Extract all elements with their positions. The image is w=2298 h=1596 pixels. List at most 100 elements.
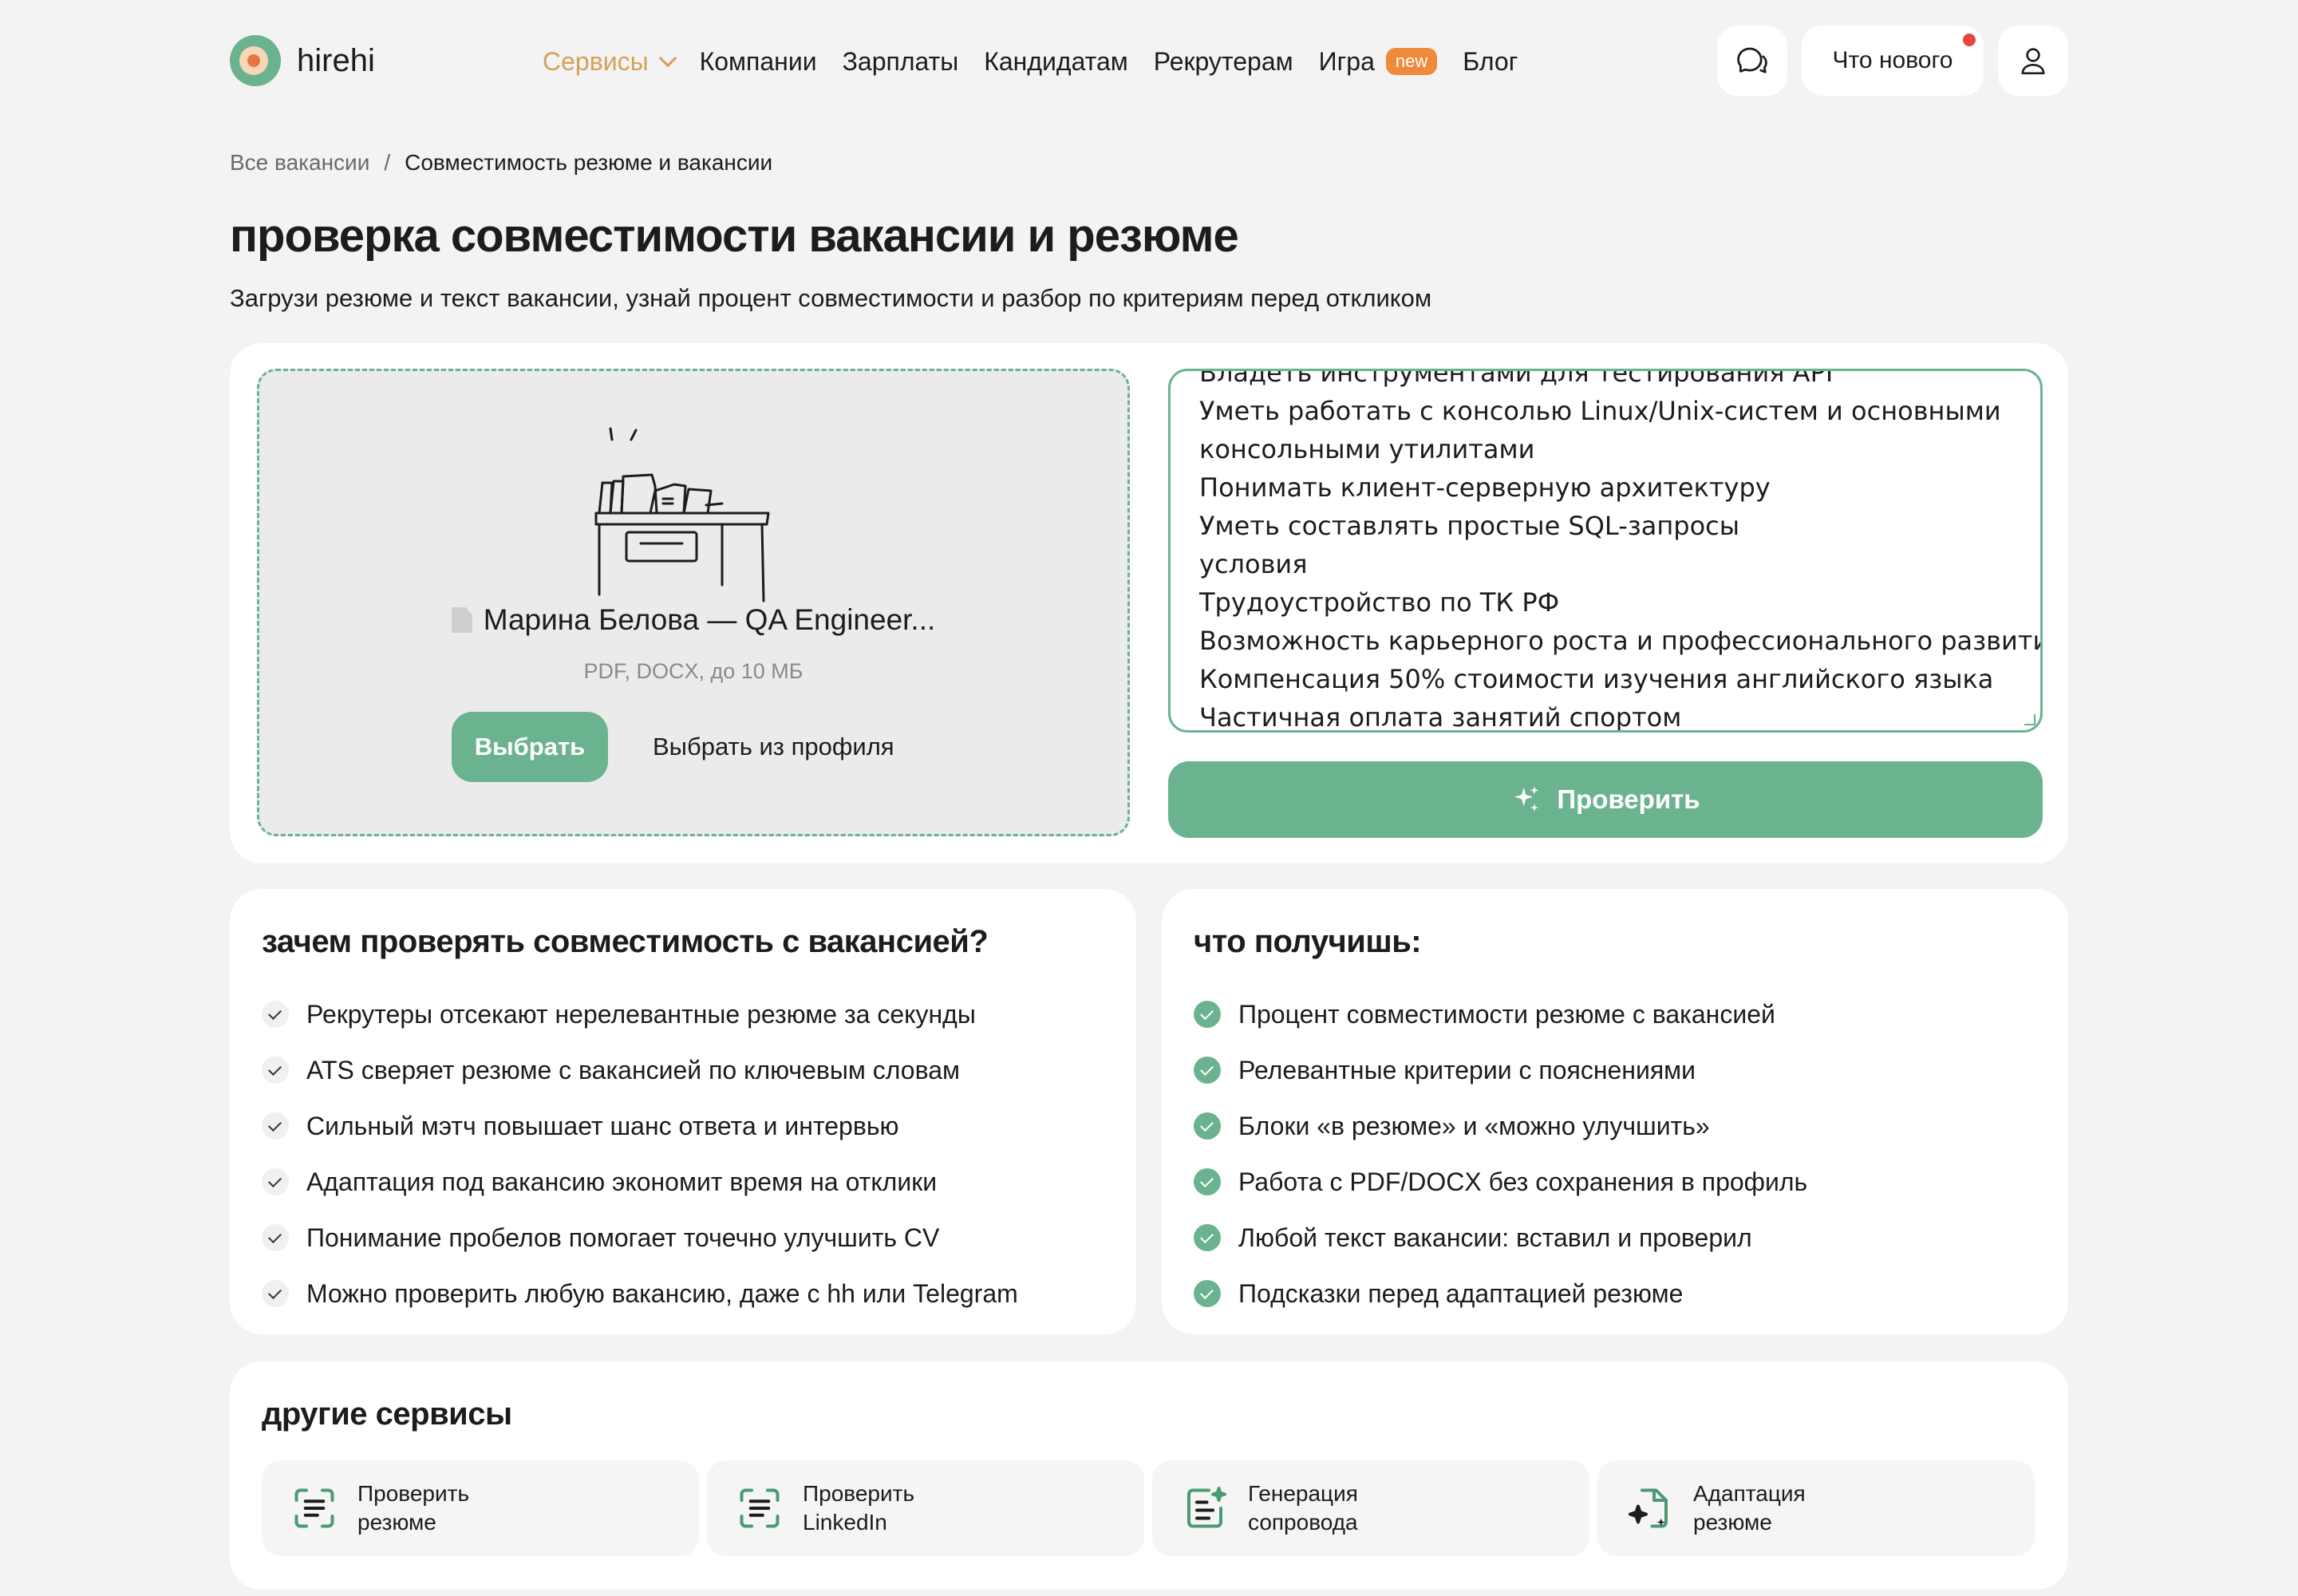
nav-game-label: Игра [1318,46,1375,76]
file-sparkle-icon [1629,1488,1668,1528]
check-circle-icon [1194,1224,1221,1251]
check-button[interactable]: Проверить [1168,761,2043,838]
vacancy-line: Компенсация 50% стоимости изучения англи… [1199,664,1994,694]
list-item-text: Любой текст вакансии: вставил и проверил [1238,1223,1752,1252]
list-item: Можно проверить любую вакансию, даже с h… [262,1266,1018,1321]
sparkles-icon [1514,786,1539,812]
check-icon [262,1168,289,1195]
vacancy-text-input[interactable]: Владеть инструментами для тестирования A… [1168,369,2043,733]
list-item-text: Сильный мэтч повышает шанс ответа и инте… [306,1111,899,1140]
resize-handle[interactable] [2024,714,2035,725]
why-check-title: зачем проверять совместимость с вакансие… [262,924,989,959]
breadcrumb-all-vacancies[interactable]: Все вакансии [230,150,369,176]
file-format-hint: PDF, DOCX, до 10 МБ [583,659,804,683]
check-circle-icon [1194,1280,1221,1307]
list-item: Понимание пробелов помогает точечно улуч… [262,1210,1018,1266]
vacancy-line: Частичная оплата занятий спортом [1199,702,1682,733]
vacancy-line: Возможность карьерного роста и профессио… [1199,626,2043,656]
scan-text-icon [294,1488,334,1528]
list-item: Процент совместимости резюме с вакансией [1194,986,1807,1042]
selected-file-name: Марина Белова — QA Engineer... [257,603,1130,637]
list-item: Подсказки перед адаптацией резюме [1194,1266,1807,1321]
check-icon [262,1112,289,1140]
list-item-text: Процент совместимости резюме с вакансией [1238,999,1775,1029]
list-item: ATS сверяет резюме с вакансией по ключев… [262,1042,1018,1098]
page-subtitle: Загрузи резюме и текст вакансии, узнай п… [230,284,1432,312]
check-circle-icon [1194,1168,1221,1195]
logo-text: hirehi [297,42,375,78]
check-button-label: Проверить [1557,784,1700,814]
choose-from-profile-button[interactable]: Выбрать из профиля [630,712,917,782]
breadcrumb-current: Совместимость резюме и вакансии [405,150,773,175]
check-circle-icon [1194,1001,1221,1028]
service-label: Адаптация резюме [1693,1481,1806,1535]
check-icon [262,1280,289,1307]
service-cover-letter[interactable]: Генерация сопровода [1152,1460,1589,1556]
list-item: Блоки «в резюме» и «можно улучшить» [1194,1098,1807,1154]
check-icon [262,1224,289,1251]
file-name-text: Марина Белова — QA Engineer... [483,603,936,636]
page-title: проверка совместимости вакансии и резюме [230,210,1239,262]
list-item-text: Рекрутеры отсекают нерелевантные резюме … [306,999,976,1029]
list-item-text: Понимание пробелов помогает точечно улуч… [306,1223,940,1252]
other-services-card: другие сервисы Проверить резюме Проверит… [230,1361,2068,1590]
whats-new-label: Что нового [1832,47,1953,73]
main-nav: Сервисы Компании Зарплаты Кандидатам Рек… [543,41,1543,81]
logo[interactable]: hirehi [230,35,375,86]
nav-salaries[interactable]: Зарплаты [843,47,959,77]
vacancy-line: консольными утилитами [1199,434,1535,464]
list-item-text: Блоки «в резюме» и «можно улучшить» [1238,1111,1710,1140]
list-item-text: Адаптация под вакансию экономит время на… [306,1167,938,1196]
profile-button[interactable] [1998,26,2068,96]
list-item: Сильный мэтч повышает шанс ответа и инте… [262,1098,1018,1154]
breadcrumb-separator: / [384,150,391,175]
other-services-title: другие сервисы [262,1396,512,1432]
document-icon [451,607,472,633]
service-label: Проверить LinkedIn [803,1481,915,1535]
check-icon [262,1057,289,1084]
check-circle-icon [1194,1057,1221,1084]
whats-new-button[interactable]: Что нового [1802,26,1984,96]
list-item-text: ATS сверяет резюме с вакансией по ключев… [306,1055,961,1084]
list-item: Рекрутеры отсекают нерелевантные резюме … [262,986,1018,1042]
why-check-card: зачем проверять совместимость с вакансие… [230,889,1136,1334]
sparkle-doc-icon [1187,1487,1226,1528]
service-check-resume[interactable]: Проверить резюме [262,1460,699,1556]
chat-button[interactable] [1717,26,1787,96]
vacancy-line: Понимать клиент-серверную архитектуру [1199,472,1771,503]
choose-file-button[interactable]: Выбрать [452,712,608,782]
chevron-down-icon [658,49,677,68]
vacancy-text-content: Владеть инструментами для тестирования A… [1199,369,2043,733]
scan-text-icon [740,1488,780,1528]
service-adapt-resume[interactable]: Адаптация резюме [1597,1460,2035,1556]
nav-services[interactable]: Сервисы [543,46,677,77]
list-item-text: Можно проверить любую вакансию, даже с h… [306,1278,1018,1308]
check-icon [262,1001,289,1028]
list-item: Любой текст вакансии: вставил и проверил [1194,1210,1807,1266]
user-icon [2021,48,2045,75]
check-circle-icon [1194,1112,1221,1140]
vacancy-line: условия [1199,549,1308,579]
vacancy-line: Владеть инструментами для тестирования A… [1199,369,1834,388]
nav-recruiters[interactable]: Рекрутерам [1154,47,1293,77]
list-item-text: Релевантные критерии с пояснениями [1238,1055,1696,1084]
list-item: Релевантные критерии с пояснениями [1194,1042,1807,1098]
nav-game[interactable]: Игра new [1319,47,1438,77]
list-item: Работа с PDF/DOCX без сохранения в профи… [1194,1154,1807,1210]
why-check-list: Рекрутеры отсекают нерелевантные резюме … [262,986,1018,1321]
service-check-linkedin[interactable]: Проверить LinkedIn [707,1460,1144,1556]
nav-blog[interactable]: Блог [1463,47,1518,77]
nav-candidates[interactable]: Кандидатам [984,47,1128,77]
new-badge: new [1385,48,1438,75]
nav-services-label: Сервисы [543,46,649,76]
service-label: Генерация сопровода [1248,1481,1358,1535]
what-you-get-list: Процент совместимости резюме с вакансией… [1194,986,1807,1321]
logo-icon [230,35,281,86]
nav-companies[interactable]: Компании [700,47,817,77]
notification-dot [1963,34,1976,46]
vacancy-line: Уметь работать с консолью Linux/Unix-сис… [1199,396,2001,426]
service-label: Проверить резюме [357,1481,470,1535]
what-you-get-title: что получишь: [1194,924,1422,959]
list-item-text: Подсказки перед адаптацией резюме [1238,1278,1684,1308]
vacancy-line: Уметь составлять простые SQL-запросы [1199,511,1740,541]
